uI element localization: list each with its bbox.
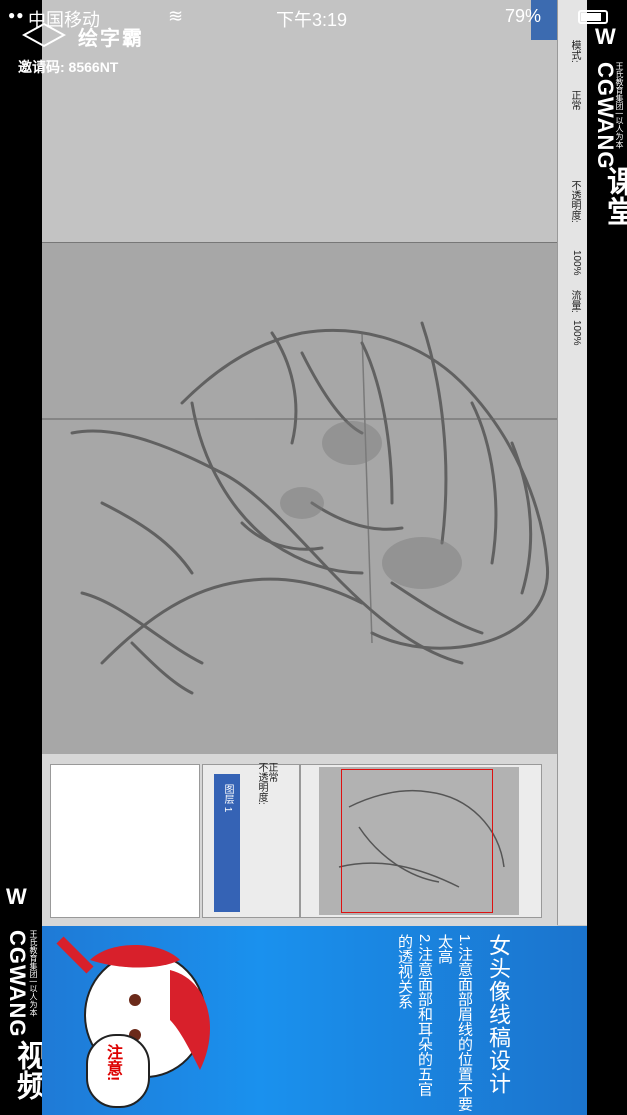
photoshop-screen: ↗ 图层 1 不透明度: 正常 模式: 正常 不透明度: 100%	[42, 0, 587, 1115]
wifi-icon: ≋	[168, 6, 184, 26]
option-flow-label: 流量:	[569, 290, 580, 313]
lesson-banner: 女头像线稿设计 1.注意面部眉线的位置不要 太高 2.注意面部和耳朵的五官 的透…	[42, 926, 587, 1115]
navigator-view-frame[interactable]	[341, 769, 493, 913]
banner-title: 女头像线稿设计	[486, 934, 511, 1095]
battery-percent: 79%	[505, 6, 542, 26]
right-brand-sub: 王氏教育集团 | 以人为本	[615, 62, 624, 149]
status-time: 下午3:19	[276, 10, 348, 30]
speech-bubble-text: 注意!	[104, 1044, 121, 1082]
options-bar: 模式: 正常 不透明度: 100% 流量: 100%	[557, 0, 587, 925]
cgwang-logo-icon: W	[6, 884, 27, 909]
option-opacity-label: 不透明度:	[569, 180, 580, 223]
left-brand-bar: W CGWANG 王氏教育集团 | 以人为本 视频	[0, 0, 45, 1115]
panels-area: 图层 1 不透明度: 正常	[42, 754, 557, 926]
option-mode-label: 模式:	[569, 40, 580, 63]
watermark-invite-code: 邀请码: 8566NT	[18, 59, 119, 75]
tools-panel[interactable]	[50, 764, 200, 918]
option-mode-value[interactable]: 正常	[562, 90, 582, 110]
option-flow-value[interactable]: 100%	[562, 320, 582, 346]
battery-icon	[578, 10, 608, 24]
option-opacity-value[interactable]: 100%	[562, 250, 582, 276]
banner-note-3: 2.注意面部和耳朵的五官	[416, 934, 433, 1097]
drawing-canvas[interactable]: ↗	[42, 242, 557, 933]
watermark-app-name: 绘字霸	[78, 28, 144, 50]
watermark-logo-icon	[22, 22, 66, 48]
app-watermark: 绘字霸 邀请码: 8566NT	[18, 22, 144, 77]
left-brand-name: CGWANG	[5, 930, 30, 1038]
left-brand-sub: 王氏教育集团 | 以人为本	[29, 930, 38, 1017]
right-brand-label: 课堂	[602, 166, 627, 226]
navigator-panel[interactable]	[300, 764, 542, 918]
sketch-drawing	[42, 321, 557, 695]
banner-note-1: 1.注意面部眉线的位置不要	[456, 934, 473, 1112]
banner-note-4: 的透视关系	[396, 934, 413, 1009]
banner-note-2: 太高	[436, 934, 453, 964]
blend-mode[interactable]: 正常	[264, 762, 279, 782]
layer-name: 图层 1	[222, 784, 233, 813]
signal-icon: ●●	[8, 8, 25, 22]
